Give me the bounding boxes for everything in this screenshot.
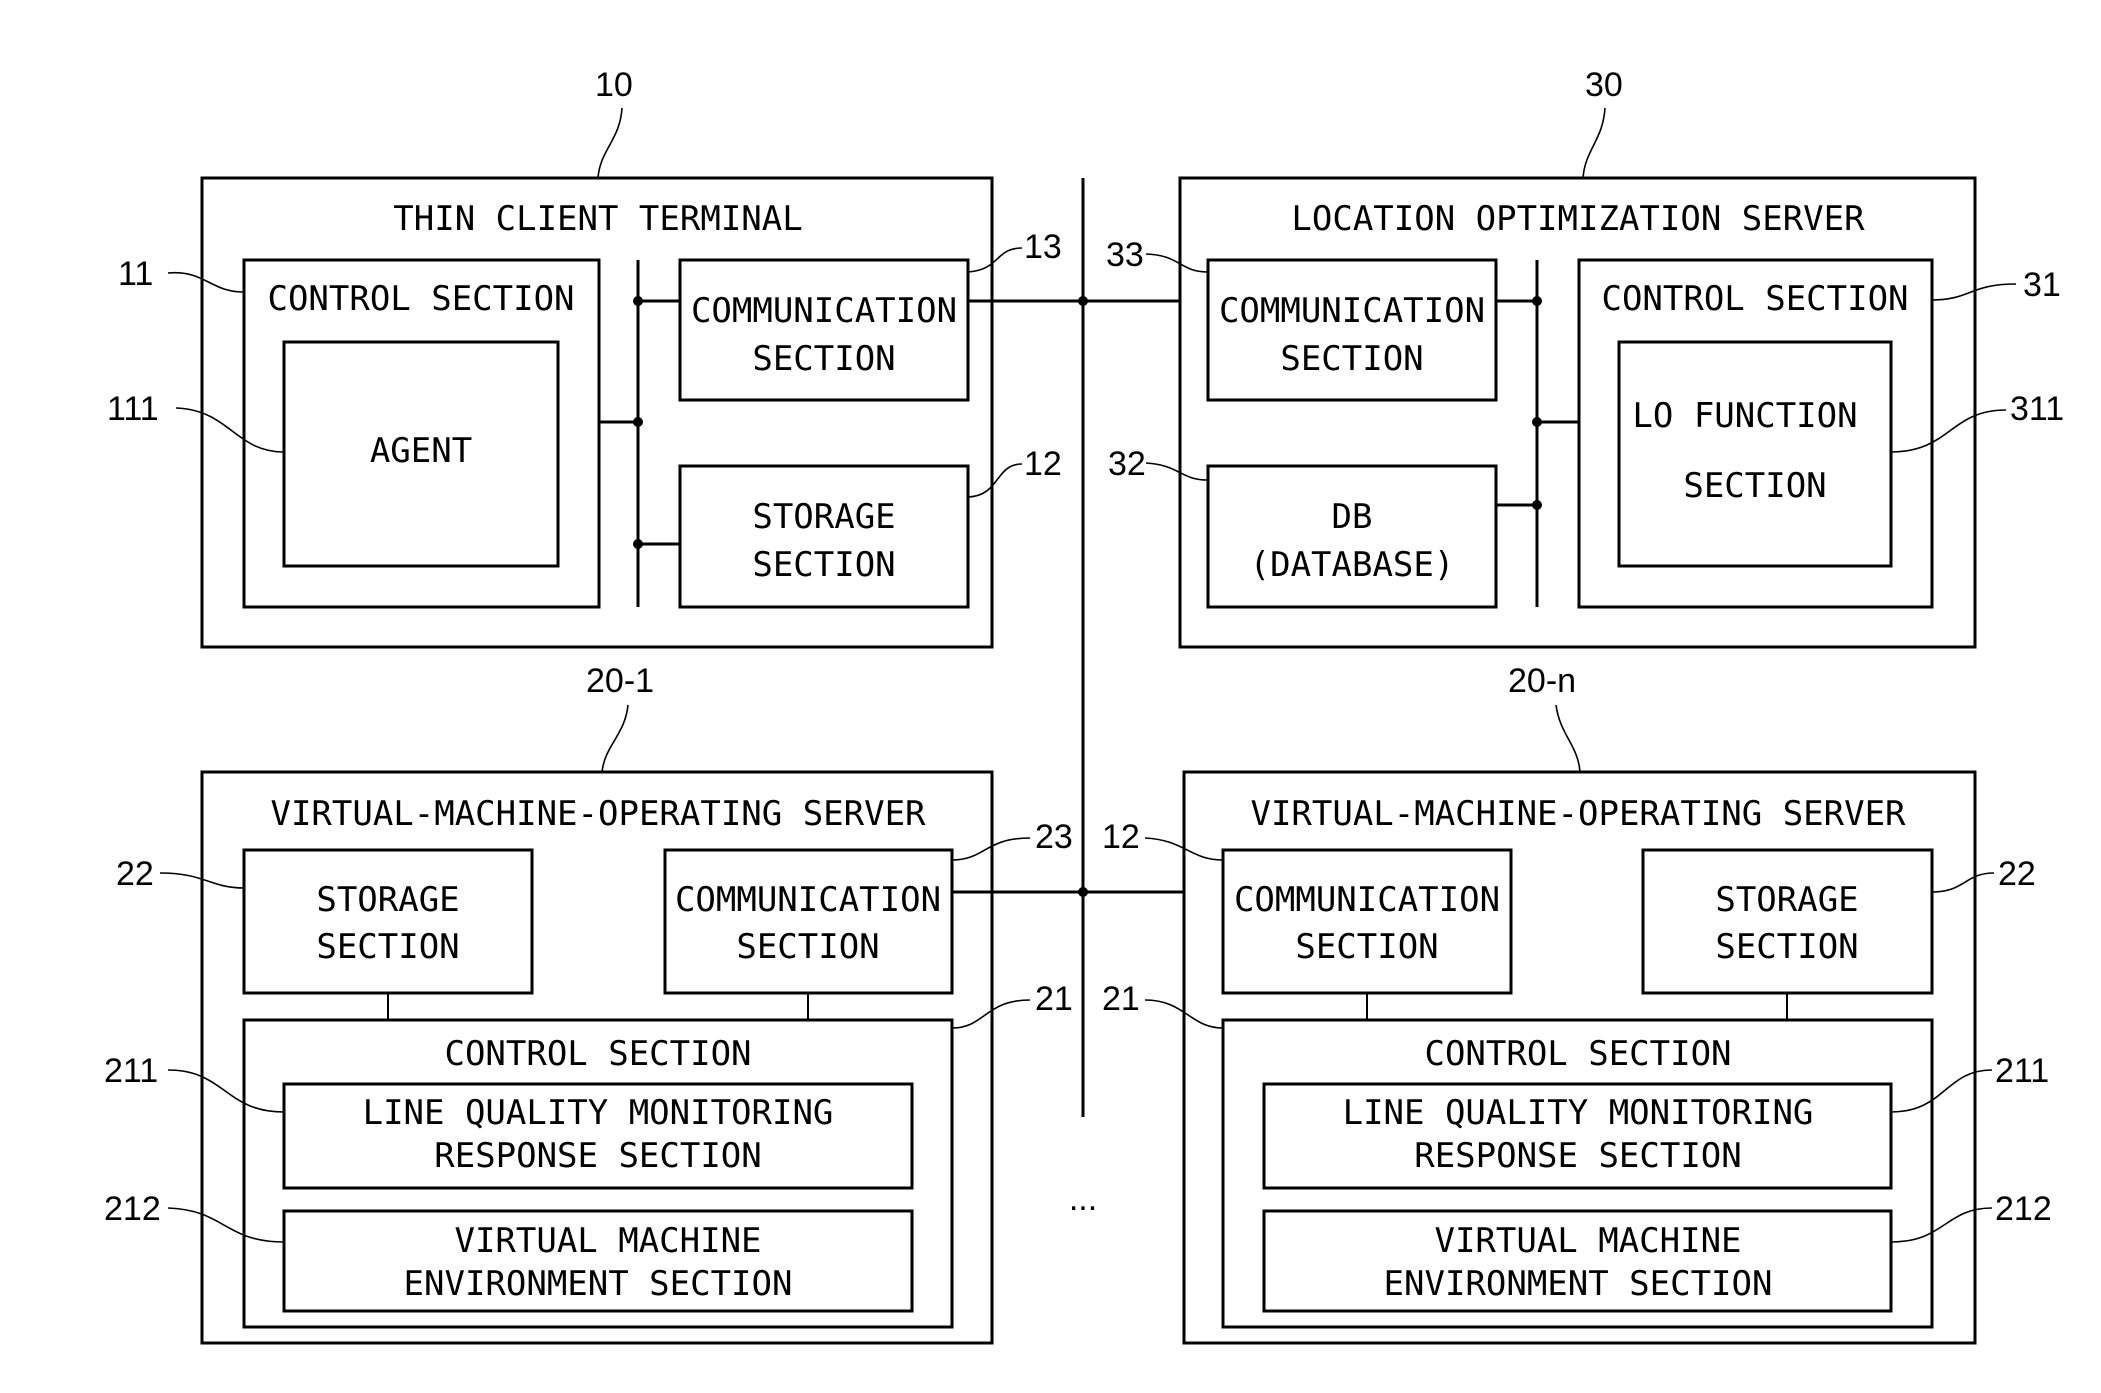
vm1-line-quality-line2: RESPONSE SECTION (434, 1136, 762, 1176)
ref-21-vmn: 21 (1102, 980, 1140, 1018)
vm-server-1: VIRTUAL-MACHINE-OPERATING SERVER STORAGE… (104, 662, 1073, 1345)
junction-dot (633, 417, 643, 427)
junction-dot (633, 539, 643, 549)
tc-storage-line1: STORAGE (752, 497, 895, 537)
vmn-title: VIRTUAL-MACHINE-OPERATING SERVER (1250, 794, 1906, 834)
vm1-storage-line2: SECTION (316, 927, 459, 967)
vm1-communication-box (663, 848, 954, 995)
vm1-storage-line1: STORAGE (316, 880, 459, 920)
ref-22: 22 (116, 855, 154, 893)
vmn-communication-line1: COMMUNICATION (1234, 880, 1500, 920)
vmn-line-quality-line1: LINE QUALITY MONITORING (1343, 1093, 1814, 1133)
vm1-vm-env-line2: ENVIRONMENT SECTION (404, 1264, 793, 1304)
vmn-storage-line2: SECTION (1715, 927, 1858, 967)
ref-21: 21 (1035, 980, 1073, 1018)
agent-label: AGENT (370, 431, 472, 471)
vmn-communication-box (1221, 848, 1513, 995)
vmn-vm-env-line1: VIRTUAL MACHINE (1434, 1221, 1741, 1261)
system-block-diagram: THIN CLIENT TERMINAL CONTROL SECTION AGE… (104, 66, 2064, 1345)
vmn-vm-env-line2: ENVIRONMENT SECTION (1384, 1264, 1773, 1304)
ref-10: 10 (595, 66, 633, 104)
ref-211: 211 (104, 1052, 158, 1090)
ref-11: 11 (118, 255, 153, 293)
tc-communication-line1: COMMUNICATION (691, 291, 957, 331)
los-db-line1: DB (1332, 497, 1373, 537)
junction-dot (633, 296, 643, 306)
thin-client-title: THIN CLIENT TERMINAL (393, 199, 802, 239)
ref-111: 111 (107, 390, 159, 428)
leader-10 (597, 107, 623, 179)
tc-communication-line2: SECTION (752, 339, 895, 379)
ref-212-vmn: 212 (1995, 1190, 2052, 1228)
ref-212: 212 (104, 1190, 161, 1228)
leader-30 (1582, 107, 1606, 179)
ref-311: 311 (2010, 390, 2064, 428)
vmn-line-quality-line2: RESPONSE SECTION (1414, 1136, 1742, 1176)
junction-dot (1532, 500, 1542, 510)
ellipsis: ... (1069, 1180, 1097, 1218)
vm1-communication-line2: SECTION (736, 927, 879, 967)
junction-dot (1532, 296, 1542, 306)
tc-storage-line2: SECTION (752, 545, 895, 585)
ref-12: 12 (1024, 445, 1062, 483)
network-junction-dot (1078, 296, 1088, 306)
vm1-vm-env-line1: VIRTUAL MACHINE (454, 1221, 761, 1261)
ref-30: 30 (1585, 66, 1623, 104)
los-db-line2: (DATABASE) (1250, 545, 1455, 585)
lo-function-line1: LO FUNCTION (1632, 396, 1857, 436)
los-communication-line2: SECTION (1280, 339, 1423, 379)
ref-22-vmn: 22 (1998, 855, 2036, 893)
thin-client-terminal: THIN CLIENT TERMINAL CONTROL SECTION AGE… (107, 66, 1062, 649)
los-control-section-label: CONTROL SECTION (1601, 279, 1908, 319)
leader-20-n (1555, 704, 1581, 773)
los-communication-line1: COMMUNICATION (1219, 291, 1485, 331)
vmn-storage-line1: STORAGE (1715, 880, 1858, 920)
tc-control-section-label: CONTROL SECTION (267, 279, 574, 319)
vmn-control-section-label: CONTROL SECTION (1424, 1034, 1731, 1074)
vm1-line-quality-line1: LINE QUALITY MONITORING (363, 1093, 834, 1133)
vm-server-n: VIRTUAL-MACHINE-OPERATING SERVER COMMUNI… (1102, 662, 2052, 1345)
lo-function-line2: SECTION (1683, 466, 1826, 506)
vmn-communication-line2: SECTION (1295, 927, 1438, 967)
vm1-control-section-label: CONTROL SECTION (444, 1034, 751, 1074)
location-optimization-server: LOCATION OPTIMIZATION SERVER COMMUNICATI… (1106, 66, 2064, 649)
ref-31: 31 (2023, 266, 2061, 304)
vmn-storage-box (1641, 848, 1934, 995)
junction-dot (1532, 417, 1542, 427)
ref-12-vmn: 12 (1102, 818, 1140, 856)
vm1-storage-box (242, 848, 534, 995)
lo-function-box (1617, 340, 1893, 568)
ref-20-n: 20-n (1508, 662, 1576, 700)
ref-20-1: 20-1 (586, 662, 654, 700)
ref-33: 33 (1106, 236, 1144, 274)
ref-13: 13 (1024, 228, 1062, 266)
leader-20-1 (601, 704, 629, 773)
los-title: LOCATION OPTIMIZATION SERVER (1291, 199, 1865, 239)
vm1-communication-line1: COMMUNICATION (675, 880, 941, 920)
network-junction-dot (1078, 887, 1088, 897)
vm1-title: VIRTUAL-MACHINE-OPERATING SERVER (270, 794, 926, 834)
ref-211-vmn: 211 (1995, 1052, 2049, 1090)
ref-23: 23 (1035, 818, 1073, 856)
ref-32: 32 (1108, 445, 1146, 483)
